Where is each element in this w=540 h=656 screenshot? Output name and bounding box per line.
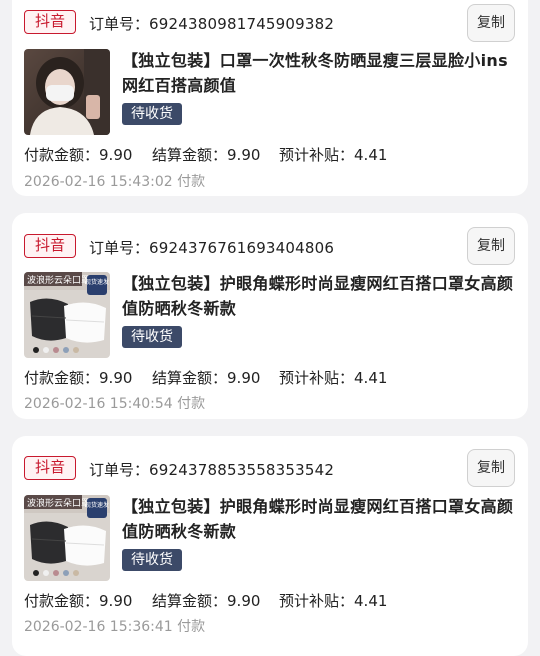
status-badge: 待收货: [122, 326, 182, 348]
order-number-label: 订单号：: [89, 461, 150, 479]
pay-value: 9.90: [99, 146, 133, 164]
amount-row: 付款金额：9.90 结算金额：9.90 预计补贴：4.41: [24, 367, 516, 387]
settle-value: 9.90: [227, 369, 261, 387]
order-number-label: 订单号：: [89, 239, 150, 257]
pay-amount: 付款金额：9.90: [24, 144, 132, 165]
product-photo-masks: 波浪形云朵口罩 现货速发: [24, 272, 110, 358]
pay-label: 付款金额：: [24, 146, 100, 164]
platform-badge: 抖音: [24, 10, 76, 34]
order-number-value: 6924378853558353542: [149, 461, 335, 479]
thumb-badge: 现货速发: [85, 278, 109, 286]
subsidy-amount: 预计补贴：4.41: [279, 144, 387, 165]
subsidy-label: 预计补贴：: [279, 146, 355, 164]
subsidy-label: 预计补贴：: [279, 369, 355, 387]
settle-label: 结算金额：: [152, 369, 228, 387]
subsidy-amount: 预计补贴：4.41: [279, 590, 387, 611]
settle-label: 结算金额：: [152, 146, 228, 164]
order-card[interactable]: 抖音 订单号：6924380981745909382 复制 【独立包装】口罩一次…: [12, 0, 528, 196]
pay-amount: 付款金额：9.90: [24, 367, 132, 388]
order-number-value: 6924380981745909382: [149, 15, 335, 33]
order-number-value: 6924376761693404806: [149, 239, 335, 257]
copy-button[interactable]: 复制: [467, 449, 515, 487]
order-number-label: 订单号：: [89, 15, 150, 33]
settle-amount: 结算金额：9.90: [152, 144, 260, 165]
subsidy-value: 4.41: [354, 146, 388, 164]
product-photo-woman-mask: [24, 49, 110, 135]
order-card[interactable]: 抖音 订单号：6924378853558353542 复制 波浪形云朵口罩 现货…: [12, 436, 528, 656]
settle-amount: 结算金额：9.90: [152, 367, 260, 388]
pay-amount: 付款金额：9.90: [24, 590, 132, 611]
copy-button[interactable]: 复制: [467, 4, 515, 42]
pay-value: 9.90: [99, 592, 133, 610]
settle-value: 9.90: [227, 146, 261, 164]
subsidy-amount: 预计补贴：4.41: [279, 367, 387, 388]
order-number: 订单号：6924380981745909382: [89, 13, 334, 34]
status-badge: 待收货: [122, 549, 182, 571]
pay-label: 付款金额：: [24, 369, 100, 387]
pay-value: 9.90: [99, 369, 133, 387]
status-badge: 待收货: [122, 103, 182, 125]
pay-label: 付款金额：: [24, 592, 100, 610]
order-number: 订单号：6924376761693404806: [89, 237, 334, 258]
copy-button[interactable]: 复制: [467, 227, 515, 265]
product-thumbnail[interactable]: 波浪形云朵口罩 现货速发: [24, 495, 110, 581]
subsidy-value: 4.41: [354, 592, 388, 610]
product-thumbnail[interactable]: 波浪形云朵口罩 现货速发: [24, 272, 110, 358]
order-number: 订单号：6924378853558353542: [89, 459, 334, 480]
thumb-caption: 波浪形云朵口罩: [27, 497, 90, 509]
platform-badge: 抖音: [24, 234, 76, 258]
settle-value: 9.90: [227, 592, 261, 610]
amount-row: 付款金额：9.90 结算金额：9.90 预计补贴：4.41: [24, 590, 516, 610]
product-title[interactable]: 【独立包装】护眼角蝶形时尚显瘦网红百搭口罩女高颜值防晒秋冬新款: [122, 494, 516, 544]
amount-row: 付款金额：9.90 结算金额：9.90 预计补贴：4.41: [24, 144, 516, 164]
product-photo-masks: 波浪形云朵口罩 现货速发: [24, 495, 110, 581]
subsidy-value: 4.41: [354, 369, 388, 387]
subsidy-label: 预计补贴：: [279, 592, 355, 610]
payment-time: 2026-02-16 15:43:02 付款: [24, 174, 206, 190]
payment-time: 2026-02-16 15:40:54 付款: [24, 396, 206, 412]
settle-amount: 结算金额：9.90: [152, 590, 260, 611]
product-title[interactable]: 【独立包装】护眼角蝶形时尚显瘦网红百搭口罩女高颜值防晒秋冬新款: [122, 271, 516, 321]
thumb-badge: 现货速发: [85, 501, 109, 509]
platform-badge: 抖音: [24, 456, 76, 480]
product-thumbnail[interactable]: [24, 49, 110, 135]
payment-time: 2026-02-16 15:36:41 付款: [24, 619, 206, 635]
product-title[interactable]: 【独立包装】口罩一次性秋冬防晒显瘦三层显脸小ins网红百搭高颜值: [122, 48, 516, 98]
order-card[interactable]: 抖音 订单号：6924376761693404806 复制 波浪形云朵口罩 现货…: [12, 213, 528, 419]
thumb-caption: 波浪形云朵口罩: [27, 274, 90, 286]
settle-label: 结算金额：: [152, 592, 228, 610]
